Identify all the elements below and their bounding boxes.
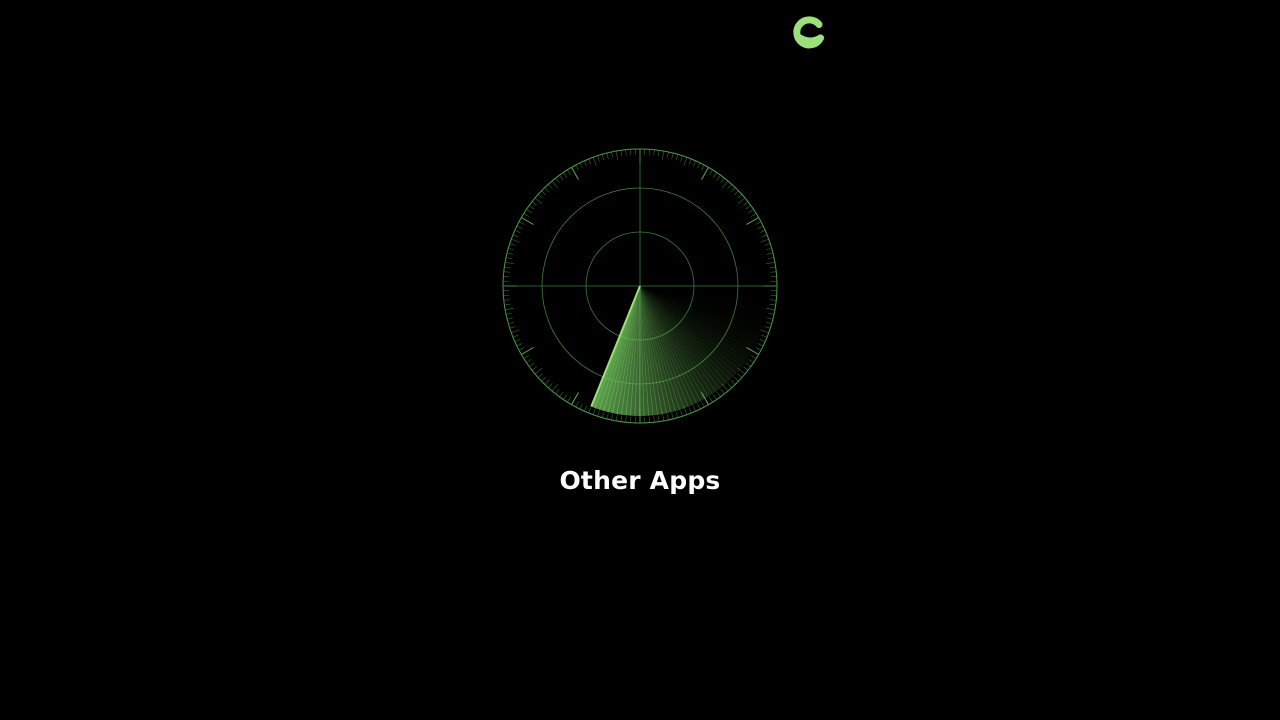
radar-scan-icon (502, 148, 778, 424)
app-logo-icon (793, 16, 824, 49)
screen-label: Other Apps (559, 466, 721, 495)
radar-sweep (590, 285, 757, 417)
